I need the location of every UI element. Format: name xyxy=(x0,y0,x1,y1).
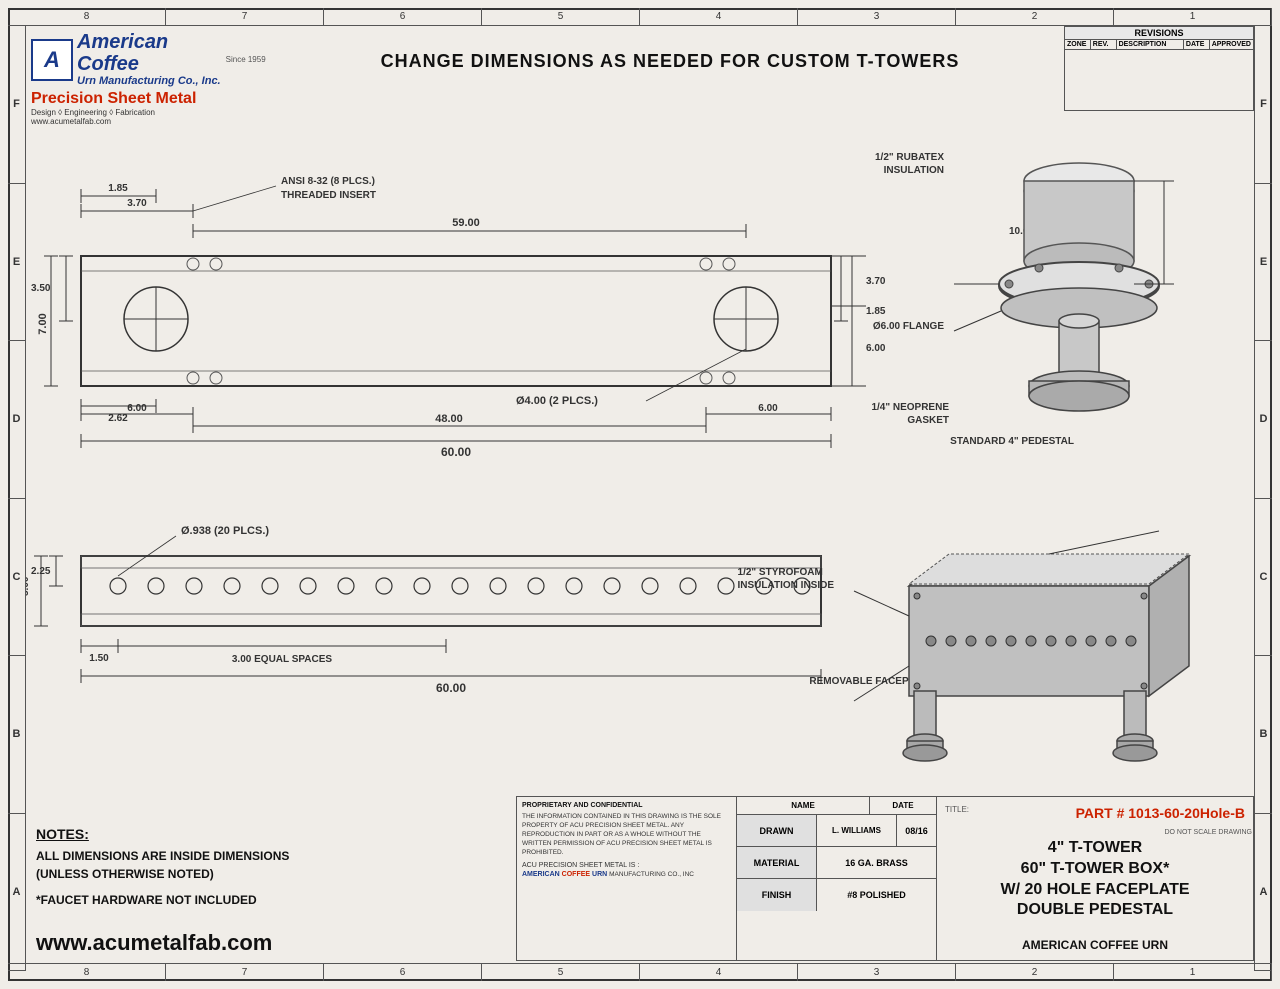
title-label: TITLE: xyxy=(945,805,969,814)
ruler-right-d: D xyxy=(1255,341,1272,499)
svg-text:1.85: 1.85 xyxy=(866,306,886,317)
ruler-right-e: E xyxy=(1255,184,1272,342)
notes-text: ALL DIMENSIONS ARE INSIDE DIMENSIONS (UN… xyxy=(36,847,526,909)
finish-row: FINISH #8 POLISHED xyxy=(737,879,936,911)
proprietary-label: PROPRIETARY AND CONFIDENTIAL xyxy=(522,802,731,809)
svg-text:2.62: 2.62 xyxy=(108,413,128,424)
svg-text:60.00: 60.00 xyxy=(441,445,471,459)
ruler-left-c: C xyxy=(8,499,25,657)
svg-text:7.00: 7.00 xyxy=(37,313,49,334)
insulation-inside-label: 1/2" STYROFOAM INSULATION INSIDE xyxy=(738,566,834,592)
drawn-date: 08/16 xyxy=(897,815,936,846)
logo-sub: Design ◊ Engineering ◊ Fabrication xyxy=(31,108,266,117)
drawn-name: L. WILLIAMS xyxy=(817,815,897,846)
rev-zone: ZONE xyxy=(1065,40,1091,49)
ruler-left-f: F xyxy=(8,26,25,184)
ruler-top-1: 1 xyxy=(1114,8,1272,25)
ruler-left: F E D C B A xyxy=(8,26,26,971)
3d-bottom-view xyxy=(849,526,1249,816)
ruler-top-2: 2 xyxy=(956,8,1114,25)
svg-text:THREADED INSERT: THREADED INSERT xyxy=(281,190,376,201)
3d-top-view xyxy=(894,136,1234,456)
rev-rev: REV. xyxy=(1091,40,1117,49)
content-area: A American Coffee Urn Manufacturing Co.,… xyxy=(26,26,1254,971)
svg-text:6.00: 6.00 xyxy=(866,343,886,354)
svg-text:3.70: 3.70 xyxy=(866,276,886,287)
main-drawing-svg: 59.00 3.70 1.85 ANSI 8-32 (8 PLCS.) THRE… xyxy=(26,136,896,806)
ruler-top-8: 8 xyxy=(8,8,166,25)
svg-text:Ø.938 (20 PLCS.): Ø.938 (20 PLCS.) xyxy=(181,525,269,537)
main-title: CHANGE DIMENSIONS AS NEEDED FOR CUSTOM T… xyxy=(286,51,1054,72)
ruler-left-d: D xyxy=(8,341,25,499)
ruler-top: 8 7 6 5 4 3 2 1 xyxy=(8,8,1272,26)
ruler-right: F E D C B A xyxy=(1254,26,1272,971)
rev-desc: DESCRIPTION xyxy=(1117,40,1184,49)
svg-text:Ø4.00 (2 PLCS.): Ø4.00 (2 PLCS.) xyxy=(516,395,598,407)
ruler-top-7: 7 xyxy=(166,8,324,25)
ruler-right-f: F xyxy=(1255,26,1272,184)
logo-area: A American Coffee Urn Manufacturing Co.,… xyxy=(31,31,311,141)
svg-text:59.00: 59.00 xyxy=(452,217,480,229)
ruler-left-a: A xyxy=(8,814,25,972)
ruler-left-e: E xyxy=(8,184,25,342)
ruler-right-a: A xyxy=(1255,814,1272,972)
title-main: 4" T-TOWER 60" T-TOWER BOX* W/ 20 HOLE F… xyxy=(945,838,1245,921)
revisions-header: ZONE REV. DESCRIPTION DATE APPROVED xyxy=(1065,40,1253,50)
logo-american: American xyxy=(77,31,221,53)
logo-urn: Urn Manufacturing Co., Inc. xyxy=(77,75,221,88)
drawn-label: DRAWN xyxy=(737,815,817,846)
ruler-top-4: 4 xyxy=(640,8,798,25)
page: 8 7 6 5 4 3 2 1 8 7 6 5 4 3 2 1 F E D C … xyxy=(0,0,1280,989)
date-header: DATE xyxy=(870,797,936,814)
ruler-left-b: B xyxy=(8,656,25,814)
svg-text:3.50: 3.50 xyxy=(31,283,51,294)
name-header: NAME xyxy=(737,797,870,814)
svg-text:3.70: 3.70 xyxy=(127,198,147,209)
logo-since: Since 1959 xyxy=(226,55,266,64)
title-block-left: PROPRIETARY AND CONFIDENTIAL THE INFORMA… xyxy=(517,797,737,960)
svg-text:3.00 EQUAL SPACES: 3.00 EQUAL SPACES xyxy=(232,654,333,665)
title-company: AMERICAN COFFEE URN xyxy=(945,938,1245,952)
notes-section: NOTES: ALL DIMENSIONS ARE INSIDE DIMENSI… xyxy=(36,826,526,909)
material-value: 16 GA. BRASS xyxy=(817,847,936,878)
info-text: THE INFORMATION CONTAINED IN THIS DRAWIN… xyxy=(522,812,731,857)
title-block-right: TITLE: PART # 1013-60-20Hole-B 4" T-TOWE… xyxy=(937,797,1253,960)
rev-approved: APPROVED xyxy=(1210,40,1253,49)
svg-text:6.00: 6.00 xyxy=(758,403,778,414)
notes-title: NOTES: xyxy=(36,826,526,842)
material-row: MATERIAL 16 GA. BRASS xyxy=(737,847,936,879)
ruler-right-c: C xyxy=(1255,499,1272,657)
logo-precision: Precision Sheet Metal xyxy=(31,90,266,108)
svg-text:6.00: 6.00 xyxy=(127,403,147,414)
svg-text:1.85: 1.85 xyxy=(108,183,128,194)
logo-coffee: Coffee xyxy=(77,53,221,75)
material-label: MATERIAL xyxy=(737,847,817,878)
title-block: PROPRIETARY AND CONFIDENTIAL THE INFORMA… xyxy=(516,796,1254,961)
svg-text:5.00: 5.00 xyxy=(26,576,31,596)
acu-text-label: ACU PRECISION SHEET METAL IS : xyxy=(522,862,731,869)
rev-date: DATE xyxy=(1184,40,1210,49)
svg-text:48.00: 48.00 xyxy=(435,413,463,425)
logo-web: www.acumetalfab.com xyxy=(31,117,266,126)
ruler-top-5: 5 xyxy=(482,8,640,25)
finish-value: #8 POLISHED xyxy=(817,879,936,911)
ruler-right-b: B xyxy=(1255,656,1272,814)
acu-company: AMERICAN COFFEE URN MANUFACTURING CO., I… xyxy=(522,871,731,878)
title-row-header: NAME DATE xyxy=(737,797,936,815)
svg-text:60.00: 60.00 xyxy=(436,681,466,695)
revisions-title: REVISIONS xyxy=(1065,27,1253,40)
ruler-top-6: 6 xyxy=(324,8,482,25)
website-footer: www.acumetalfab.com xyxy=(36,930,272,956)
svg-text:1.50: 1.50 xyxy=(89,653,109,664)
part-number: PART # 1013-60-20Hole-B xyxy=(1076,805,1245,821)
revisions-box: REVISIONS ZONE REV. DESCRIPTION DATE APP… xyxy=(1064,26,1254,111)
ruler-top-3: 3 xyxy=(798,8,956,25)
header: A American Coffee Urn Manufacturing Co.,… xyxy=(26,26,1254,146)
finish-label: FINISH xyxy=(737,879,817,911)
drawn-row: DRAWN L. WILLIAMS 08/16 xyxy=(737,815,936,847)
title-block-center: NAME DATE DRAWN L. WILLIAMS 08/16 MATERI… xyxy=(737,797,937,960)
svg-text:ANSI 8-32 (8 PLCS.): ANSI 8-32 (8 PLCS.) xyxy=(281,176,375,187)
